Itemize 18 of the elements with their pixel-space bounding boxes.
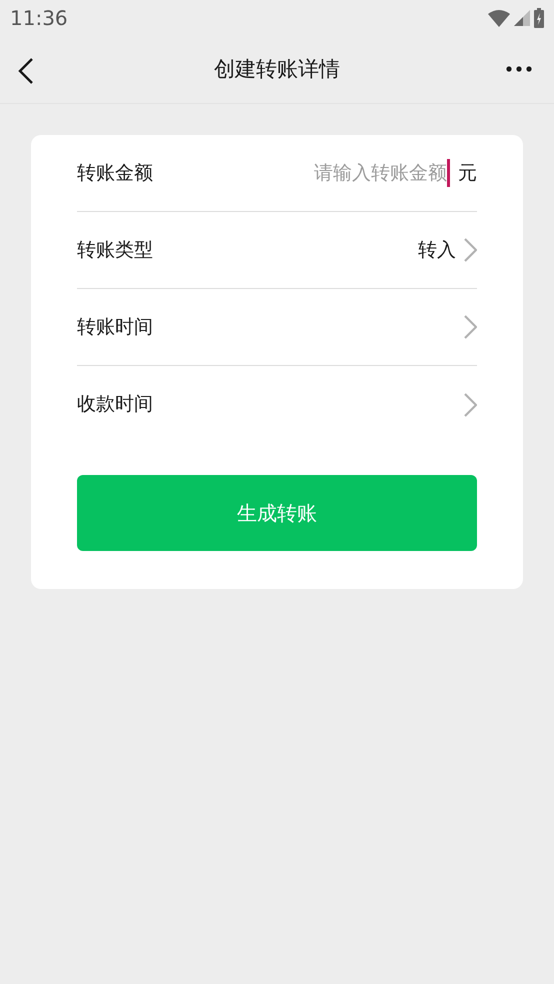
field-label: 收款时间 <box>77 392 153 418</box>
status-time: 11:36 <box>10 5 68 32</box>
field-label: 转账类型 <box>77 238 153 263</box>
chevron-right-icon[interactable] <box>464 392 477 416</box>
field-value: 转入 <box>418 238 456 263</box>
field-label: 转账时间 <box>77 314 153 340</box>
field-label: 转账金额 <box>77 160 153 186</box>
page-title: 创建转账详情 <box>214 56 340 83</box>
back-icon[interactable] <box>18 58 34 84</box>
chevron-right-icon[interactable] <box>464 238 477 262</box>
signal-icon <box>514 10 530 26</box>
chevron-right-icon[interactable] <box>464 315 477 339</box>
generate-button[interactable]: 生成转账 <box>77 475 477 551</box>
unit-label: 元 <box>458 160 477 186</box>
battery-icon <box>534 8 544 28</box>
amount-field[interactable]: 请输入转账金额 <box>300 158 450 188</box>
wifi-icon <box>488 10 510 26</box>
more-icon[interactable] <box>506 66 532 72</box>
